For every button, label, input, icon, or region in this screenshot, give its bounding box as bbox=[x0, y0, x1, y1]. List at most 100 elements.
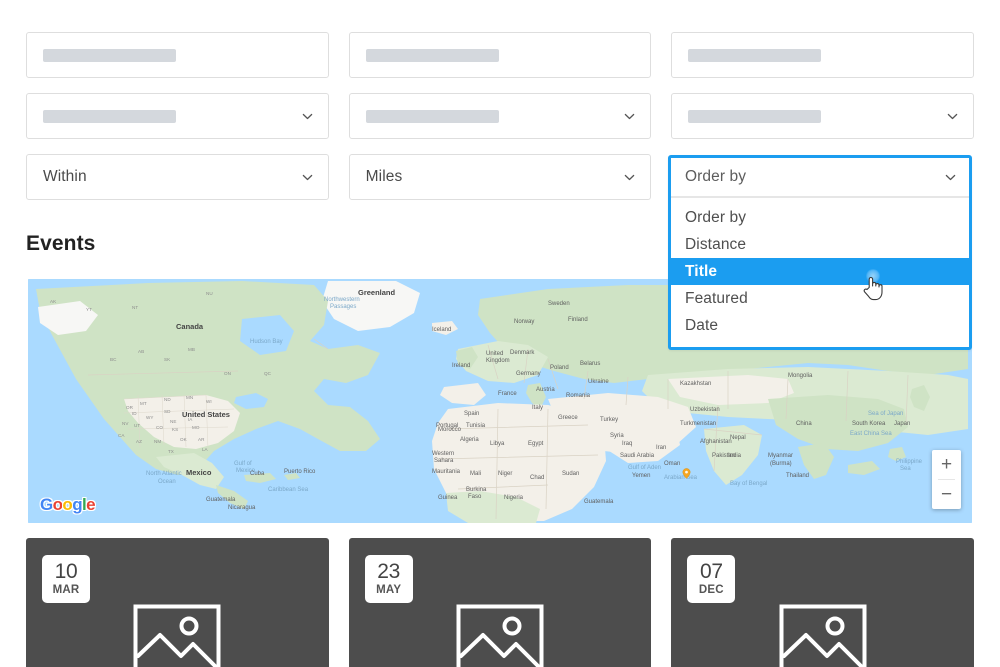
event-date-month: MAR bbox=[53, 585, 80, 597]
image-placeholder-icon bbox=[779, 604, 867, 667]
svg-text:Spain: Spain bbox=[464, 411, 479, 417]
svg-text:Kazakhstan: Kazakhstan bbox=[680, 381, 711, 387]
svg-text:NE: NE bbox=[170, 419, 176, 424]
filter-type-select[interactable] bbox=[349, 93, 652, 139]
filter-within-select-value: Within bbox=[43, 168, 87, 186]
svg-text:Oman: Oman bbox=[664, 461, 680, 467]
filter-venue-input[interactable] bbox=[671, 32, 974, 78]
order-by-option[interactable]: Featured bbox=[671, 285, 969, 312]
event-card-list: 10MAR23MAY07DEC bbox=[26, 538, 974, 667]
svg-text:China: China bbox=[796, 421, 812, 427]
order-by-select-control[interactable]: Order by bbox=[671, 158, 969, 198]
svg-text:Mongolia: Mongolia bbox=[788, 373, 813, 379]
svg-text:Philippine: Philippine bbox=[896, 459, 923, 465]
svg-text:ON: ON bbox=[224, 371, 231, 376]
svg-text:Guinea: Guinea bbox=[438, 495, 458, 501]
order-by-option-list[interactable]: Order byDistanceTitleFeaturedDate bbox=[671, 198, 969, 347]
svg-text:Sweden: Sweden bbox=[548, 301, 570, 307]
svg-text:Greenland: Greenland bbox=[358, 288, 396, 297]
svg-text:AR: AR bbox=[198, 437, 205, 442]
map-zoom-in-button[interactable]: + bbox=[932, 450, 961, 479]
google-logo-letter: g bbox=[72, 495, 82, 514]
svg-text:Niger: Niger bbox=[498, 471, 512, 477]
svg-text:Sahara: Sahara bbox=[434, 458, 454, 464]
svg-text:AK: AK bbox=[50, 299, 57, 304]
svg-text:Ireland: Ireland bbox=[452, 363, 470, 369]
google-attribution-logo[interactable]: Google bbox=[40, 496, 95, 513]
svg-text:Belarus: Belarus bbox=[580, 361, 600, 367]
map-zoom-controls[interactable]: + − bbox=[932, 450, 961, 509]
filter-units-select[interactable]: Miles bbox=[349, 154, 652, 200]
chevron-down-icon bbox=[945, 172, 956, 183]
filter-location-input[interactable] bbox=[349, 32, 652, 78]
svg-text:Denmark: Denmark bbox=[510, 350, 535, 356]
svg-text:Syria: Syria bbox=[610, 433, 624, 439]
event-date-month: MAY bbox=[376, 585, 401, 597]
svg-text:South Korea: South Korea bbox=[852, 421, 886, 427]
filter-category-select[interactable] bbox=[26, 93, 329, 139]
google-logo-letter: o bbox=[62, 495, 72, 514]
order-by-dropdown[interactable]: Order by Order byDistanceTitleFeaturedDa… bbox=[668, 155, 972, 350]
svg-text:Nicaragua: Nicaragua bbox=[228, 505, 256, 511]
event-card[interactable]: 10MAR bbox=[26, 538, 329, 667]
chevron-down-icon bbox=[302, 172, 313, 183]
chevron-down-icon bbox=[624, 111, 635, 122]
svg-text:Guatemala: Guatemala bbox=[584, 499, 614, 505]
loading-placeholder-bar bbox=[366, 110, 499, 123]
svg-text:Norway: Norway bbox=[514, 319, 534, 325]
svg-text:East China Sea: East China Sea bbox=[850, 431, 892, 437]
svg-text:AB: AB bbox=[138, 349, 144, 354]
loading-placeholder-bar bbox=[688, 110, 821, 123]
svg-text:Myanmar: Myanmar bbox=[768, 453, 793, 459]
svg-text:YT: YT bbox=[86, 307, 92, 312]
svg-text:NT: NT bbox=[132, 305, 138, 310]
svg-text:Mali: Mali bbox=[470, 471, 481, 477]
svg-text:Austria: Austria bbox=[536, 387, 555, 393]
svg-text:Egypt: Egypt bbox=[528, 441, 544, 447]
svg-text:Turkmenistan: Turkmenistan bbox=[680, 421, 716, 427]
order-by-option[interactable]: Title bbox=[671, 258, 969, 285]
svg-text:NV: NV bbox=[122, 421, 129, 426]
filter-units-select-value: Miles bbox=[366, 168, 403, 186]
svg-text:KS: KS bbox=[172, 427, 178, 432]
svg-text:Northwestern: Northwestern bbox=[324, 297, 360, 303]
svg-text:Gulf of Aden: Gulf of Aden bbox=[628, 465, 661, 471]
svg-text:Burkina: Burkina bbox=[466, 487, 487, 493]
map-location-marker[interactable] bbox=[681, 468, 692, 479]
filter-keyword-input[interactable] bbox=[26, 32, 329, 78]
svg-text:Puerto Rico: Puerto Rico bbox=[284, 469, 316, 475]
svg-text:Faso: Faso bbox=[468, 494, 482, 500]
svg-text:NU: NU bbox=[206, 291, 213, 296]
chevron-down-icon bbox=[302, 111, 313, 122]
svg-text:Ukraine: Ukraine bbox=[588, 379, 609, 385]
order-by-option[interactable]: Distance bbox=[671, 231, 969, 258]
event-card[interactable]: 23MAY bbox=[349, 538, 652, 667]
svg-text:SD: SD bbox=[164, 409, 171, 414]
map-zoom-out-button[interactable]: − bbox=[932, 480, 961, 509]
google-logo-letter: e bbox=[86, 495, 95, 514]
svg-text:TX: TX bbox=[168, 449, 174, 454]
svg-text:Thailand: Thailand bbox=[786, 473, 809, 479]
svg-text:Finland: Finland bbox=[568, 317, 588, 323]
order-by-option[interactable]: Date bbox=[671, 312, 969, 339]
order-by-option[interactable]: Order by bbox=[671, 204, 969, 231]
svg-text:MB: MB bbox=[188, 347, 195, 352]
svg-text:Nepal: Nepal bbox=[730, 435, 746, 441]
svg-text:Algeria: Algeria bbox=[460, 437, 479, 443]
image-placeholder-icon bbox=[133, 604, 221, 667]
svg-text:UT: UT bbox=[134, 423, 140, 428]
svg-text:CO: CO bbox=[156, 425, 163, 430]
filter-within-select[interactable]: Within bbox=[26, 154, 329, 200]
svg-text:Sea: Sea bbox=[900, 466, 911, 472]
loading-placeholder-bar bbox=[366, 49, 499, 62]
svg-text:Afghanistan: Afghanistan bbox=[700, 439, 732, 445]
svg-text:WY: WY bbox=[146, 415, 153, 420]
svg-text:North Atlantic: North Atlantic bbox=[146, 471, 182, 477]
chevron-down-icon bbox=[624, 172, 635, 183]
svg-text:Tunisia: Tunisia bbox=[466, 423, 486, 429]
svg-text:Kingdom: Kingdom bbox=[486, 358, 510, 364]
svg-text:Greece: Greece bbox=[558, 415, 578, 421]
filter-status-select[interactable] bbox=[671, 93, 974, 139]
svg-text:OK: OK bbox=[180, 437, 188, 442]
event-card[interactable]: 07DEC bbox=[671, 538, 974, 667]
